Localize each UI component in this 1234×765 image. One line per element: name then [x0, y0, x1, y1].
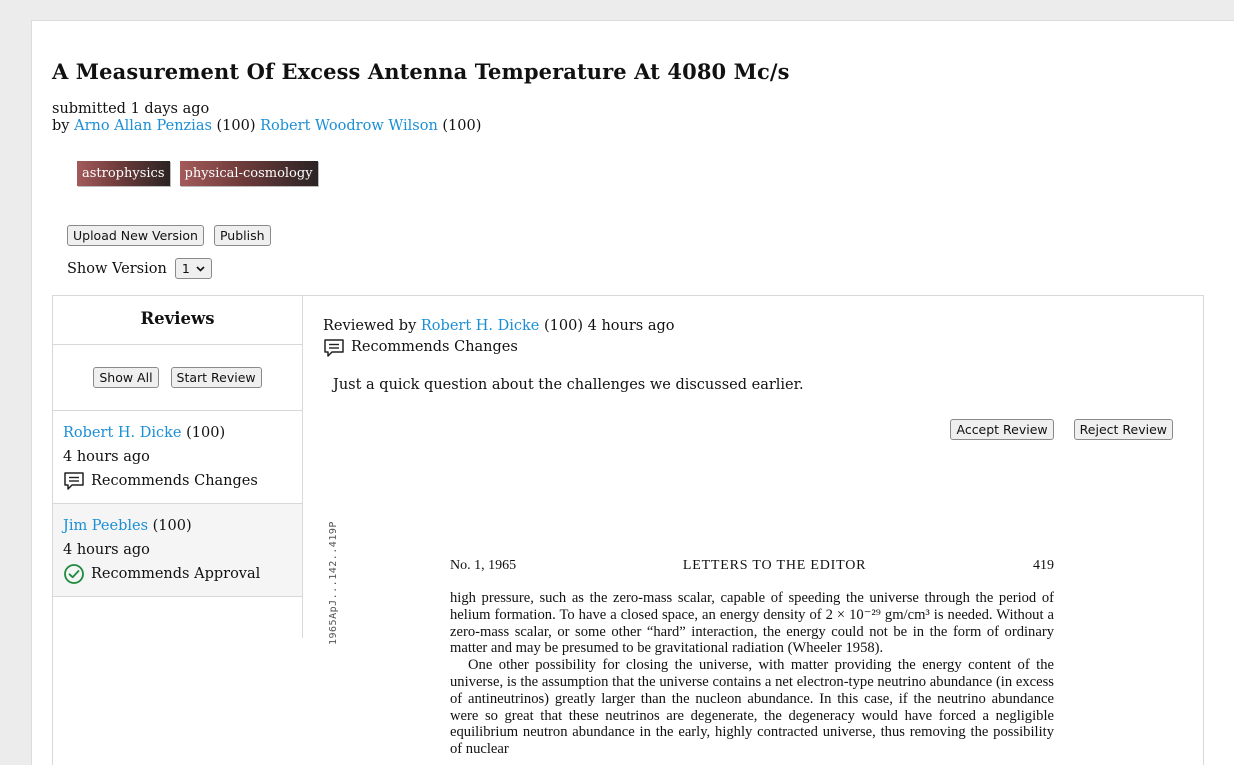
review-body: Just a quick question about the challeng… [333, 377, 804, 393]
paper-document-viewer[interactable]: 1965ApJ...142..419P No. 1, 1965 LETTERS … [303, 462, 1203, 765]
document-paragraph: high pressure, such as the zero-mass sca… [450, 590, 1054, 657]
paper-actions: Upload New Version Publish [67, 225, 271, 246]
document-issue: No. 1, 1965 [450, 558, 517, 573]
review-time: 4 hours ago [63, 449, 150, 465]
review-status-label: Recommends Approval [91, 566, 261, 582]
reviewer-score: (100) [186, 425, 226, 441]
comment-icon [64, 472, 84, 490]
show-all-button[interactable]: Show All [93, 367, 159, 388]
reviewer-link[interactable]: Jim Peebles [63, 518, 148, 534]
document-paragraph: One other possibility for closing the un… [450, 657, 1054, 758]
reviewer-link[interactable]: Robert H. Dicke [421, 318, 540, 334]
paper-meta: submitted 1 days ago by Arno Allan Penzi… [52, 101, 481, 135]
review-status: Recommends Approval [63, 562, 292, 586]
publish-button[interactable]: Publish [213, 225, 271, 246]
tag-physical-cosmology[interactable]: physical-cosmology [179, 161, 318, 186]
review-decision-actions: Accept Review Reject Review [950, 419, 1173, 440]
tag-list: astrophysics physical-cosmology [77, 161, 318, 186]
review-status: Recommends Changes [323, 337, 675, 358]
reviewer-link[interactable]: Robert H. Dicke [63, 425, 182, 441]
review-list-item[interactable]: Robert H. Dicke (100) 4 hours ago Recomm… [53, 411, 302, 504]
document-page-header: No. 1, 1965 LETTERS TO THE EDITOR 419 [450, 558, 1054, 574]
paper-title: A Measurement Of Excess Antenna Temperat… [52, 59, 790, 84]
author-score: (100) [442, 118, 482, 134]
review-time: 4 hours ago [587, 318, 675, 334]
tag-astrophysics[interactable]: astrophysics [77, 161, 170, 186]
reviewer-score: (100) [544, 318, 583, 334]
author-link-wilson[interactable]: Robert Woodrow Wilson [260, 118, 438, 134]
version-selector: Show Version 1 [67, 258, 212, 279]
review-detail: Reviewed by Robert H. Dicke (100) 4 hour… [303, 296, 1203, 463]
comment-icon [324, 338, 344, 357]
review-detail-meta: Reviewed by Robert H. Dicke (100) 4 hour… [323, 316, 675, 358]
document-page-number: 419 [1033, 558, 1054, 573]
review-time: 4 hours ago [63, 542, 150, 558]
reviews-controls: Show All Start Review [53, 345, 302, 411]
review-status-label: Recommends Changes [351, 339, 518, 355]
document-section: LETTERS TO THE EDITOR [682, 558, 867, 573]
review-status: Recommends Changes [63, 469, 292, 493]
reviewer-score: (100) [152, 518, 192, 534]
review-panel: Reviews Show All Start Review Robert H. … [52, 295, 1204, 765]
review-status-label: Recommends Changes [91, 473, 258, 489]
check-circle-icon [64, 564, 84, 584]
version-value: 1 [181, 261, 190, 276]
submitted-info: submitted 1 days ago [52, 101, 210, 117]
author-score: (100) [216, 118, 256, 134]
document-text: high pressure, such as the zero-mass sca… [450, 590, 1054, 758]
document-stamp: 1965ApJ...142..419P [328, 521, 339, 645]
reviewed-by-label: Reviewed by [323, 318, 417, 334]
by-label: by [52, 118, 70, 134]
version-select[interactable]: 1 [174, 258, 212, 279]
reviews-sidebar: Reviews Show All Start Review Robert H. … [53, 296, 303, 638]
review-list-item[interactable]: Jim Peebles (100) 4 hours ago Recommends… [53, 504, 302, 597]
author-line: by Arno Allan Penzias (100) Robert Woodr… [52, 118, 481, 135]
reject-review-button[interactable]: Reject Review [1073, 419, 1173, 440]
show-version-label: Show Version [67, 260, 167, 277]
author-link-penzias[interactable]: Arno Allan Penzias [74, 118, 212, 134]
paper-page: A Measurement Of Excess Antenna Temperat… [31, 20, 1234, 765]
chevron-down-icon [196, 265, 205, 272]
reviews-heading: Reviews [53, 296, 302, 345]
start-review-button[interactable]: Start Review [170, 367, 262, 388]
upload-new-version-button[interactable]: Upload New Version [67, 225, 204, 246]
accept-review-button[interactable]: Accept Review [950, 419, 1054, 440]
